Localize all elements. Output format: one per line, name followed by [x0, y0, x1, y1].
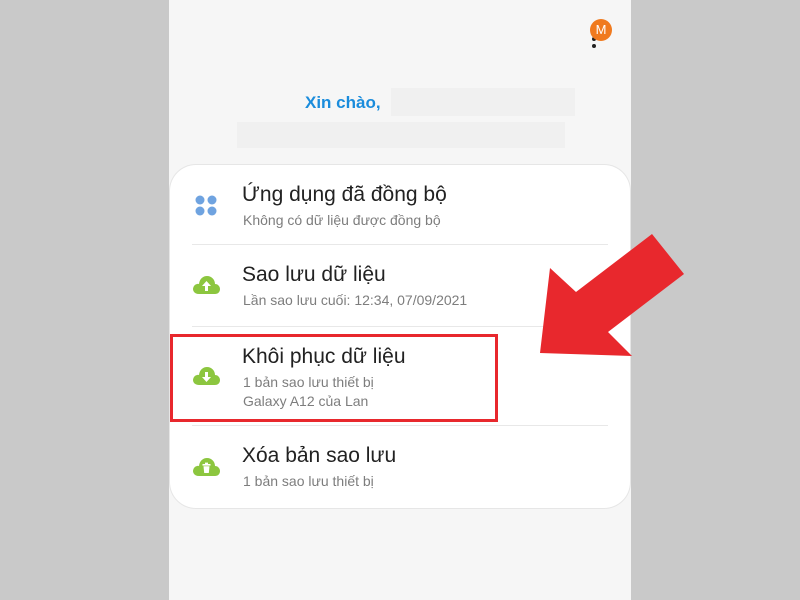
menu-item-delete-backup[interactable]: Xóa bản sao lưu 1 bản sao lưu thiết bị — [170, 426, 630, 506]
menu-item-title: Sao lưu dữ liệu — [242, 263, 386, 286]
cloud-delete-icon — [191, 454, 221, 480]
pointer-arrow-icon — [540, 234, 684, 356]
screen: Xin chào, M Ứng dụng đã đồng bộ Không có… — [0, 0, 800, 600]
menu-item-title: Ứng dụng đã đồng bộ — [242, 183, 447, 206]
cloud-upload-icon — [191, 272, 221, 298]
greeting-text: Xin chào, — [305, 93, 381, 112]
account-name-redacted — [391, 88, 575, 116]
menu-item-subtitle: Không có dữ liệu được đồng bộ — [243, 212, 441, 228]
menu-item-title: Xóa bản sao lưu — [242, 444, 397, 467]
apps-grid-icon — [191, 192, 221, 218]
avatar-badge: M — [590, 19, 612, 41]
account-email-redacted — [237, 122, 565, 148]
menu-item-subtitle: Lần sao lưu cuối: 12:34, 07/09/2021 — [243, 292, 468, 308]
menu-item-subtitle: 1 bản sao lưu thiết bị — [243, 473, 374, 489]
highlight-box — [170, 334, 498, 422]
